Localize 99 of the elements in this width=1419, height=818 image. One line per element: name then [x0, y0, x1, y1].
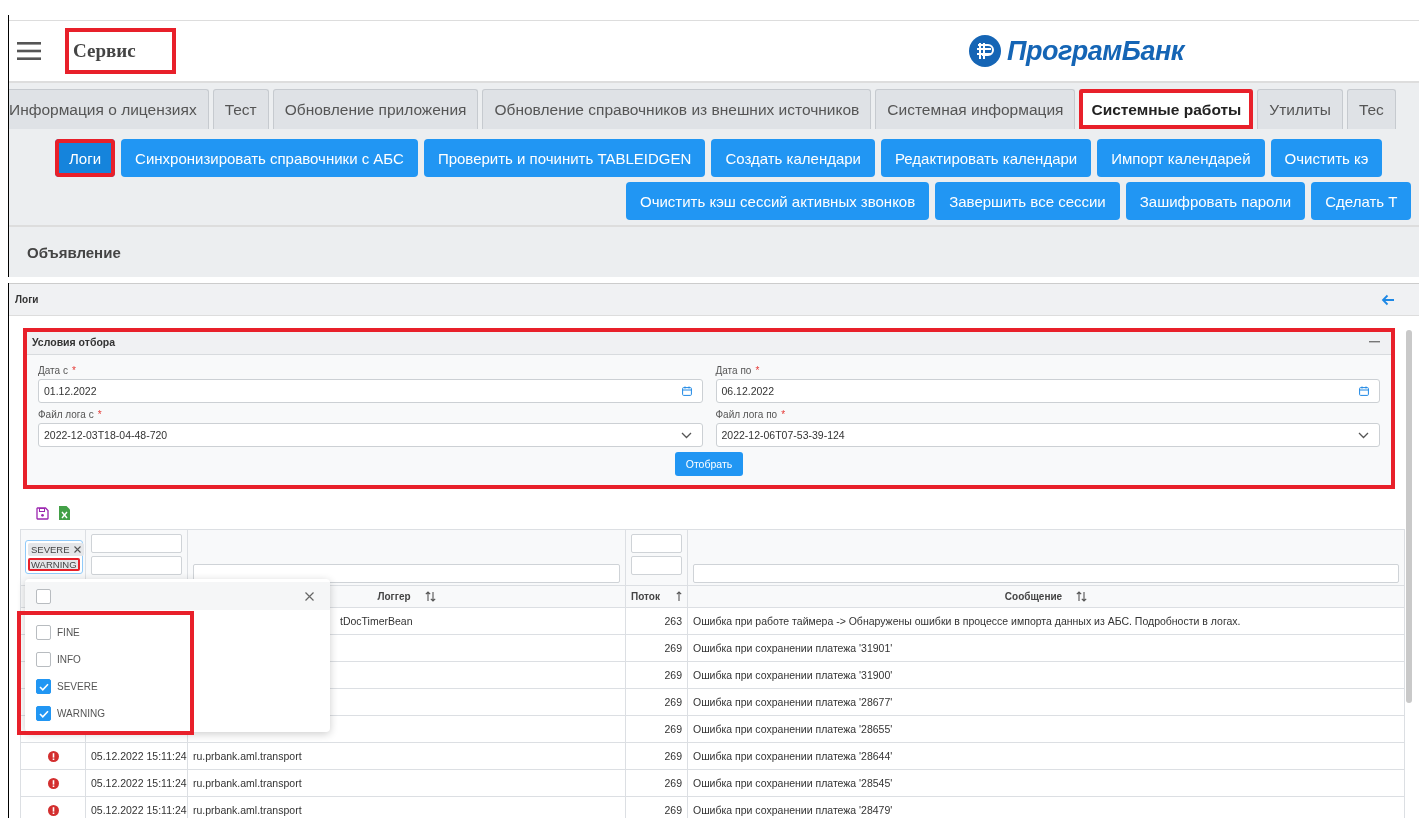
column-header[interactable]: Логгер [377, 591, 411, 602]
back-arrow-icon[interactable] [1381, 293, 1395, 306]
table-cell: 269 [664, 642, 682, 654]
table-cell: 269 [664, 696, 682, 708]
tab[interactable]: Системные работы [1079, 89, 1254, 129]
table-cell: ru.prbank.aml.transport [193, 777, 302, 789]
panel-title: Логи [15, 294, 39, 305]
tab[interactable]: Обновление приложения [272, 89, 479, 129]
calendar-icon [681, 386, 692, 396]
error-icon [47, 778, 59, 790]
option-label[interactable]: INFO [57, 654, 81, 665]
action-button[interactable]: Сделать Т [1311, 182, 1412, 220]
checkbox[interactable] [36, 588, 51, 604]
tab[interactable]: Тес [1346, 89, 1396, 129]
table-cell: 269 [664, 750, 682, 762]
checkbox[interactable] [36, 679, 51, 694]
filter-chip: SEVERE [28, 543, 84, 556]
field-label: Дата по [715, 365, 752, 376]
field-label: Файл лога с [38, 409, 94, 420]
checkbox[interactable] [36, 652, 51, 667]
section-title: Объявление [27, 244, 121, 261]
field-label: Файл лога по [715, 409, 778, 420]
table-cell: Ошибка при сохранении платежа '31900' [693, 669, 893, 681]
action-button[interactable]: Редактировать календари [881, 139, 1092, 177]
checkbox[interactable] [36, 706, 51, 721]
select-field[interactable]: 2022-12-03T18-04-48-720 [38, 423, 703, 447]
action-button[interactable]: Зашифровать пароли [1125, 182, 1306, 220]
tab[interactable]: Утилиты [1257, 89, 1343, 129]
filter-field[interactable] [193, 564, 620, 583]
table-cell: 269 [664, 777, 682, 789]
sort-up-icon[interactable] [675, 591, 682, 602]
page-title: Сервис [65, 28, 176, 74]
checkbox[interactable] [36, 625, 51, 640]
chevron-down-icon [680, 431, 692, 439]
option-label[interactable]: WARNING [57, 708, 105, 719]
action-button[interactable]: Очистить кэш сессий активных звонков [626, 182, 930, 220]
table-cell: Ошибка при сохранении платежа '28479' [693, 804, 893, 816]
table-cell: Ошибка при сохранении платежа '31901' [693, 642, 893, 654]
table-cell: 05.12.2022 15:11:24 [91, 750, 187, 762]
filter-field[interactable] [91, 534, 182, 553]
action-button[interactable]: Импорт календарей [1097, 139, 1265, 177]
table-cell: 263 [664, 615, 682, 627]
save-icon[interactable] [36, 506, 49, 520]
filter-button[interactable]: Отобрать [674, 452, 744, 476]
required-mark: * [97, 409, 102, 420]
table-cell: ru.prbank.aml.transport [193, 804, 302, 816]
table-cell: 269 [664, 669, 682, 681]
panel-title: Условия отбора [32, 335, 116, 348]
logo-text: ПрограмБанк [1007, 35, 1184, 67]
collapse-icon[interactable] [1369, 340, 1380, 343]
level-filter-field[interactable]: SEVERE WARNING [25, 540, 83, 574]
tab[interactable]: Обновление справочников из внешних источников [482, 89, 872, 129]
spreadsheet-icon[interactable] [59, 506, 70, 520]
option-label[interactable]: FINE [57, 627, 80, 638]
select-field[interactable]: 2022-12-06T07-53-39-124 [715, 423, 1380, 447]
filter-field[interactable] [91, 556, 182, 575]
scrollbar[interactable] [1406, 330, 1412, 703]
table-cell: Ошибка при сохранении платежа '28644' [693, 750, 893, 762]
date-field[interactable]: 06.12.2022 [715, 379, 1380, 403]
table-cell: Ошибка при сохранении платежа '28545' [693, 777, 893, 789]
action-button[interactable]: Очистить кэ [1270, 139, 1383, 177]
action-button[interactable]: Создать календари [711, 139, 875, 177]
tab[interactable]: Информация о лицензиях [9, 89, 209, 129]
error-icon [47, 805, 59, 817]
table-cell: tDocTimerBean [340, 615, 413, 627]
required-mark: * [755, 365, 760, 376]
table-cell: Ошибка при сохранении платежа '28655' [693, 723, 893, 735]
table-cell: 269 [664, 804, 682, 816]
field-label: Дата с [38, 365, 68, 376]
column-header[interactable]: Сообщение [1004, 591, 1063, 602]
required-mark: * [71, 365, 76, 376]
tab[interactable]: Тест [212, 89, 269, 129]
calendar-icon [1359, 386, 1369, 396]
close-icon[interactable] [73, 546, 81, 553]
chevron-down-icon [1358, 431, 1369, 439]
action-button[interactable]: Логи [55, 139, 116, 177]
table-cell: 05.12.2022 15:11:24 [91, 777, 187, 789]
required-mark: * [781, 409, 786, 420]
error-icon [47, 751, 59, 763]
option-label[interactable]: SEVERE [57, 681, 98, 692]
action-button[interactable]: Проверить и починить TABLEIDGEN [423, 139, 706, 177]
table-cell: 05.12.2022 15:11:24 [91, 804, 187, 816]
logo-icon [969, 35, 1001, 67]
table-cell: ru.prbank.aml.transport [193, 750, 302, 762]
close-icon[interactable] [305, 591, 314, 601]
tab[interactable]: Системная информация [875, 89, 1076, 129]
filter-chip: WARNING [28, 558, 80, 571]
sort-icon[interactable] [424, 591, 436, 602]
action-button[interactable]: Синхронизировать справочники с АБС [121, 139, 418, 177]
filter-field[interactable] [693, 564, 1399, 583]
table-cell: Ошибка при работе таймера -> Обнаружены ошибки в процессе импорта данных из АБС. Подробности в логах. [693, 615, 1241, 627]
action-button[interactable]: Завершить все сессии [935, 182, 1120, 220]
sort-icon[interactable] [1076, 591, 1088, 602]
filter-field[interactable] [631, 534, 682, 553]
date-field[interactable]: 01.12.2022 [38, 379, 703, 403]
table-cell: 269 [664, 723, 682, 735]
menu-icon[interactable] [17, 42, 41, 60]
table-cell: Ошибка при сохранении платежа '28677' [693, 696, 893, 708]
filter-field[interactable] [631, 556, 682, 575]
